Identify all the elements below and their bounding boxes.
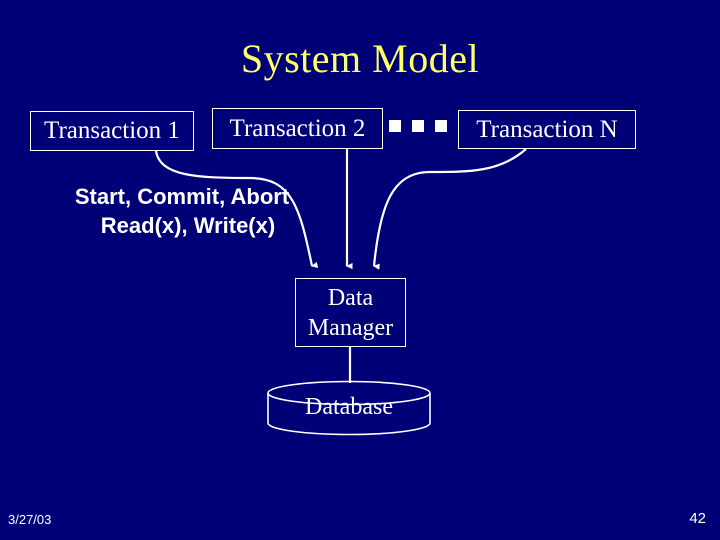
operations-line-1: Start, Commit, Abort (74, 184, 290, 209)
page-title: System Model (240, 36, 480, 81)
transaction-n-box: Transaction N (458, 110, 636, 149)
transaction-n-label: Transaction N (476, 115, 618, 143)
transaction-2-label: Transaction 2 (229, 114, 366, 142)
operations-line-2: Read(x), Write(x) (100, 213, 276, 238)
ellipsis-square-icon (435, 120, 447, 132)
footer-page-number: 42 (689, 510, 706, 527)
transaction-1-box: Transaction 1 (30, 111, 194, 151)
data-manager-line-1: Data (327, 284, 374, 311)
arrow-transaction-n-to-data-manager (372, 148, 527, 270)
slide-canvas: System Model Transaction 1 Transaction 2… (0, 0, 720, 540)
operations-caption: Start, Commit, Abort Read(x), Write(x) (32, 182, 332, 240)
data-manager-line-2: Manager (307, 314, 394, 341)
transaction-2-box: Transaction 2 (212, 108, 383, 149)
data-manager-box: Data Manager (295, 278, 406, 347)
ellipsis-square-icon (389, 120, 401, 132)
ellipsis-square-icon (412, 120, 424, 132)
footer-date: 3/27/03 (8, 512, 52, 527)
database-label: Database (305, 394, 393, 420)
transaction-1-label: Transaction 1 (44, 117, 180, 144)
